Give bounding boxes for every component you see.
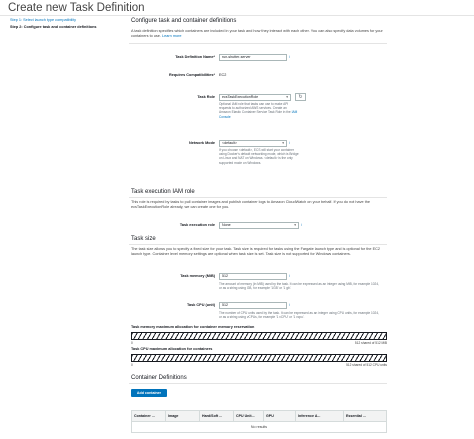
- chevron-down-icon: ▾: [286, 95, 288, 99]
- configure-section-title: Configure task and container definitions: [131, 18, 237, 24]
- column-header-image[interactable]: Image: [166, 411, 200, 421]
- task-role-help: Optional IAM role that tasks can use to …: [219, 102, 299, 119]
- requires-compat-value: EC2: [219, 73, 227, 77]
- refresh-icon: ↻: [298, 94, 303, 100]
- network-mode-select[interactable]: <default> ▾: [219, 140, 287, 147]
- configure-divider: [129, 43, 387, 44]
- task-role-label: Task Role: [197, 95, 215, 99]
- task-size-divider: [129, 244, 387, 245]
- learn-more-link[interactable]: Learn more: [162, 34, 181, 38]
- cpu-allocation-min: 0: [131, 363, 133, 367]
- task-cpu-input[interactable]: 512: [219, 302, 287, 309]
- page-title: Create new Task Definition: [8, 2, 145, 14]
- task-size-title: Task size: [131, 236, 156, 242]
- iam-section-title: Task execution IAM role: [131, 189, 195, 195]
- chevron-down-icon: ▾: [282, 141, 284, 145]
- task-size-description: The task size allows you to specify a fi…: [131, 247, 380, 256]
- task-execution-role-label: Task execution role: [179, 223, 215, 227]
- task-memory-info-icon[interactable]: i: [289, 274, 290, 278]
- wizard-steps: Step 1: Select launch type compatibility…: [10, 17, 125, 30]
- task-definition-name-info-icon[interactable]: i: [289, 55, 290, 59]
- container-definitions-title: Container Definitions: [131, 375, 187, 381]
- step-2-current: Step 2: Configure task and container def…: [10, 24, 97, 29]
- memory-allocation-total: 512 shared of 512 MiB: [354, 341, 387, 345]
- column-header-memory-limits[interactable]: Hard/Soft ...: [200, 411, 234, 421]
- task-cpu-info-icon[interactable]: i: [289, 303, 290, 307]
- task-memory-label: Task memory (MiB): [180, 274, 215, 278]
- configure-description: A task definition specifies which contai…: [131, 29, 387, 39]
- network-mode-help: If you choose <default>, ECS will start …: [219, 148, 299, 165]
- memory-allocation-label: Task memory maximum allocation for conta…: [131, 325, 255, 329]
- task-memory-help: The amount of memory (in MiB) used by th…: [219, 282, 379, 291]
- table-empty-state: No results: [250, 425, 268, 429]
- column-header-gpu[interactable]: GPU: [264, 411, 296, 421]
- chevron-down-icon: ▾: [294, 223, 296, 227]
- container-definitions-table: Container ... Image Hard/Soft ... CPU Un…: [131, 410, 387, 433]
- refresh-roles-button[interactable]: ↻: [295, 93, 306, 101]
- main-panel: Configure task and container definitions…: [129, 12, 387, 439]
- task-cpu-help: The number of CPU units used by the task…: [219, 311, 379, 320]
- table-header: Container ... Image Hard/Soft ... CPU Un…: [132, 411, 386, 422]
- task-role-value: ecsTaskExecutionRole: [222, 95, 259, 99]
- column-header-container-name[interactable]: Container ...: [132, 411, 166, 421]
- task-execution-role-info-icon[interactable]: i: [301, 223, 302, 227]
- step-1-link[interactable]: Step 1: Select launch type compatibility: [10, 17, 125, 24]
- task-cpu-label: Task CPU (unit): [187, 303, 215, 307]
- network-mode-value: <default>: [222, 141, 237, 145]
- network-mode-info-icon[interactable]: i: [289, 141, 290, 145]
- memory-allocation-min: 0: [131, 341, 133, 345]
- memory-allocation-bar: [131, 332, 387, 340]
- column-header-inference-accelerator[interactable]: Inference A...: [296, 411, 344, 421]
- iam-divider: [129, 197, 387, 198]
- task-execution-role-value: None: [222, 223, 231, 227]
- task-execution-role-select[interactable]: None ▾: [219, 222, 299, 229]
- task-role-select[interactable]: ecsTaskExecutionRole ▾: [219, 94, 291, 101]
- requires-compat-label: Requires Compatibilities*: [169, 73, 215, 77]
- task-role-help-text: Optional IAM role that tasks can use to …: [219, 102, 291, 115]
- column-header-cpu-units[interactable]: CPU Unit...: [234, 411, 264, 421]
- cpu-allocation-bar: [131, 354, 387, 362]
- network-mode-label: Network Mode: [189, 141, 215, 145]
- task-definition-name-label: Task Definition Name*: [175, 55, 215, 59]
- cpu-allocation-total: 512 shared of 512 CPU units: [346, 363, 387, 367]
- task-definition-name-input[interactable]: run-shutter-server: [219, 54, 287, 61]
- add-container-button[interactable]: Add container: [131, 389, 167, 397]
- iam-description: This role is required by tasks to pull c…: [131, 200, 370, 209]
- column-header-essential[interactable]: Essential ...: [344, 411, 386, 421]
- task-memory-input[interactable]: 512: [219, 273, 287, 280]
- container-definitions-divider: [129, 383, 387, 384]
- cpu-allocation-label: Task CPU maximum allocation for containe…: [131, 347, 213, 351]
